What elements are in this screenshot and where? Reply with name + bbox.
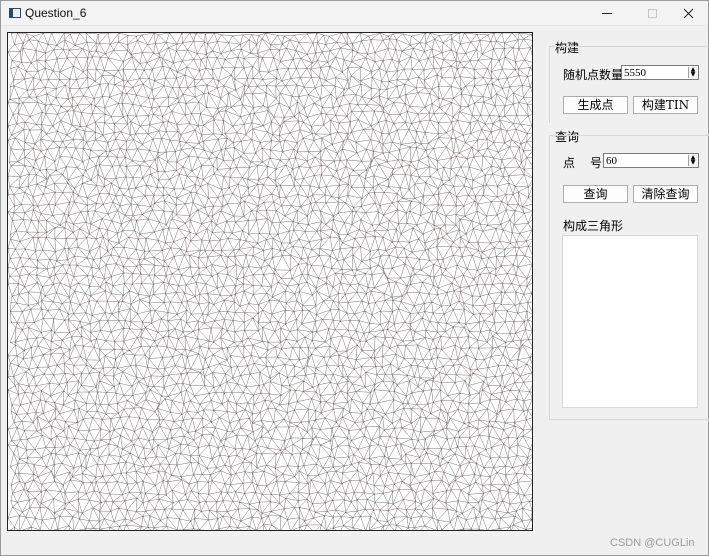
point-id-stepper[interactable]: ▲ ▼ — [688, 155, 697, 166]
triangulated-network[interactable] — [8, 33, 533, 531]
control-panel: 构建 随机点数量 5550 ▲ ▼ 生成点 构建TIN 查询 点 号 60 ▲ … — [549, 35, 709, 420]
construction-group-left-border — [549, 46, 550, 123]
query-button[interactable]: 查询 — [563, 185, 628, 203]
triangles-label: 构成三角形 — [563, 219, 624, 233]
point-count-label: 随机点数量 — [563, 68, 624, 82]
point-count-stepper[interactable]: ▲ ▼ — [688, 67, 697, 78]
close-button[interactable] — [665, 1, 709, 26]
close-icon — [683, 8, 693, 19]
build-tin-button[interactable]: 构建TIN — [633, 96, 698, 114]
title-bar[interactable]: Question_6 — [1, 1, 708, 26]
point-id-spinbox[interactable]: 60 ▲ ▼ — [603, 153, 699, 168]
csdn-watermark: CSDN @CUGLin — [610, 537, 695, 549]
point-id-value[interactable]: 60 — [606, 155, 617, 167]
query-group-top-border — [549, 135, 709, 136]
spin-down-icon[interactable]: ▼ — [689, 160, 697, 166]
triangles-result-list[interactable] — [562, 235, 698, 408]
point-count-value[interactable]: 5550 — [624, 67, 646, 79]
construction-group-top-border — [549, 46, 709, 47]
query-group-bottom-border — [549, 419, 709, 420]
minimize-icon — [602, 13, 612, 14]
application-icon — [9, 8, 21, 18]
point-id-label-b: 号 — [590, 156, 603, 170]
query-group-left-border — [549, 135, 550, 420]
generate-points-button[interactable]: 生成点 — [563, 96, 628, 114]
minimize-button[interactable] — [584, 1, 630, 26]
app-window: Question_6 构建 随机点数量 5550 ▲ ▼ 生成点 构建TIN 查… — [0, 0, 709, 556]
maximize-icon — [647, 9, 657, 18]
spin-down-icon[interactable]: ▼ — [689, 72, 697, 78]
construction-group-title: 构建 — [555, 39, 584, 56]
clear-query-button[interactable]: 清除查询 — [633, 185, 698, 203]
point-id-label-a: 点 — [563, 156, 576, 170]
window-title: Question_6 — [25, 6, 87, 20]
triangle-edges[interactable] — [8, 33, 533, 531]
tin-canvas[interactable] — [7, 32, 533, 531]
query-group-title: 查询 — [555, 128, 584, 145]
point-count-spinbox[interactable]: 5550 ▲ ▼ — [621, 65, 699, 80]
